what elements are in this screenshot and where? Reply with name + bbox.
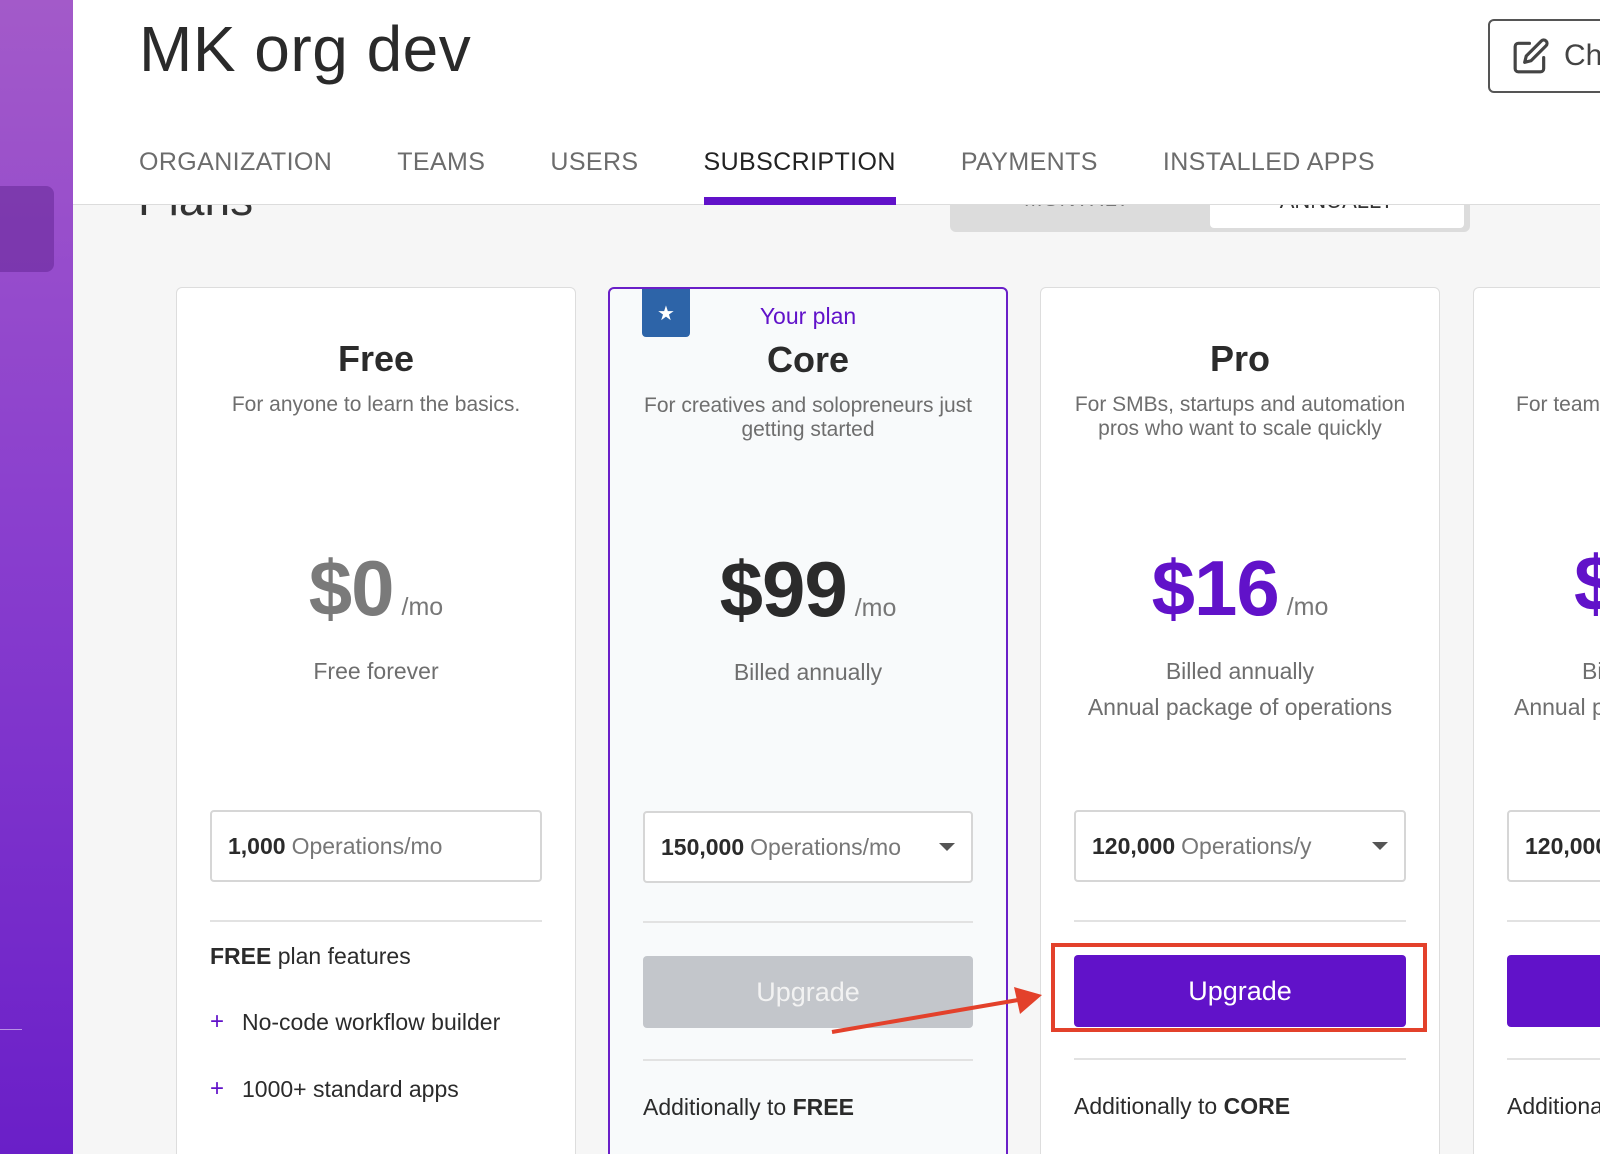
additionally-plan: CORE xyxy=(1223,1093,1291,1119)
plan-card-free: Free For anyone to learn the basics. $0 … xyxy=(176,287,576,1154)
card-divider xyxy=(210,920,542,922)
chevron-down-icon xyxy=(939,843,955,851)
feature-label: No-code workflow builder xyxy=(242,1008,501,1035)
operations-number: 120,000 xyxy=(1092,832,1176,859)
features-heading: FREE plan features xyxy=(210,943,411,970)
additionally-prefix: Additionally to xyxy=(643,1094,793,1120)
feature-label: 1000+ standard apps xyxy=(242,1075,459,1102)
tab-payments[interactable]: PAYMENTS xyxy=(961,143,1098,205)
annotation-arrow-icon xyxy=(831,987,1042,1034)
page-title: MK org dev xyxy=(139,13,472,85)
chevron-down-icon xyxy=(1372,842,1388,850)
operations-unit: Operations/mo xyxy=(291,832,443,859)
price-period: /mo xyxy=(401,593,444,621)
edit-button-label: Ch xyxy=(1564,39,1600,72)
features-heading-text: plan features xyxy=(271,943,411,969)
page-header: MK org dev Ch ORGANIZATION TEAMS USERS S… xyxy=(73,0,1600,205)
plan-price: $16 xyxy=(1151,544,1280,632)
tab-installed-apps[interactable]: INSTALLED APPS xyxy=(1163,143,1375,205)
billing-note: Billed annually Annual package of operat… xyxy=(1041,653,1439,725)
price-period: /mo xyxy=(1286,593,1329,621)
feature-item: + 1000+ standard apps xyxy=(210,1075,459,1103)
plan-description: For creatives and solopreneurs just gett… xyxy=(644,394,972,441)
billing-note: Free forever xyxy=(313,658,439,684)
operations-display: 1,000 Operations/mo xyxy=(210,810,542,882)
additionally-label: Additionally to FREE xyxy=(643,1094,854,1121)
tab-subscription[interactable]: SUBSCRIPTION xyxy=(703,143,897,205)
operations-dropdown[interactable]: 120,000 xyxy=(1507,810,1600,882)
edit-organization-button[interactable]: Ch xyxy=(1488,19,1600,93)
price-period: /mo xyxy=(854,594,897,622)
plan-price: $99 xyxy=(719,545,848,633)
edit-icon xyxy=(1513,38,1549,74)
plan-description: For anyone to learn the basics. xyxy=(231,393,521,416)
annotation-highlight-box xyxy=(1051,943,1427,1032)
plan-description: For teams collaborating xyxy=(1516,393,1600,416)
operations-number: 1,000 xyxy=(228,832,286,859)
price-row: $0 /mo xyxy=(177,543,575,634)
price-row: $16 /mo xyxy=(1041,543,1439,634)
plan-name: Free xyxy=(337,338,415,379)
operations-unit: Operations/mo xyxy=(750,833,901,860)
feature-item: + No-code workflow builder xyxy=(210,1008,500,1036)
plus-icon: + xyxy=(210,1075,225,1102)
card-divider xyxy=(643,1059,973,1061)
plan-card-teams: For teams collaborating $2 Billed annual… xyxy=(1473,287,1600,1154)
billing-note: Billed annually xyxy=(1582,653,1600,689)
plan-price: $0 xyxy=(308,544,395,632)
tab-organization[interactable]: ORGANIZATION xyxy=(139,143,332,205)
card-divider xyxy=(1074,920,1406,922)
plan-name: Pro xyxy=(1209,338,1270,379)
tab-bar: ORGANIZATION TEAMS USERS SUBSCRIPTION PA… xyxy=(139,143,1440,205)
sidebar-divider xyxy=(0,1029,22,1030)
operations-number: 120,000 xyxy=(1525,832,1600,859)
sidebar-active-item[interactable] xyxy=(0,186,54,272)
plan-price: $2 xyxy=(1574,538,1600,629)
plus-icon: + xyxy=(210,1008,225,1035)
tab-users[interactable]: USERS xyxy=(550,143,638,205)
plan-name: Core xyxy=(766,339,850,380)
features-plan-name: FREE xyxy=(210,943,272,969)
plan-description: For SMBs, startups and automation pros w… xyxy=(1074,393,1406,440)
operations-unit: Operations/y xyxy=(1181,832,1312,859)
additionally-prefix: Additionally to xyxy=(1074,1093,1224,1119)
billing-note-line: Billed annually xyxy=(1582,658,1600,684)
additionally-plan: FREE xyxy=(792,1094,854,1120)
card-divider xyxy=(1507,1058,1600,1060)
tab-teams[interactable]: TEAMS xyxy=(397,143,485,205)
operations-dropdown[interactable]: 150,000 Operations/mo xyxy=(643,811,973,883)
app-sidebar xyxy=(0,0,73,1154)
your-plan-label: Your plan xyxy=(759,303,857,329)
billing-note-line: Billed annually xyxy=(1165,658,1315,684)
additionally-label: Additionally to CORE xyxy=(1074,1093,1290,1120)
operations-number: 150,000 xyxy=(661,833,745,860)
price-row: $99 /mo xyxy=(610,544,1006,635)
upgrade-button-teams[interactable] xyxy=(1507,955,1600,1027)
card-divider xyxy=(643,921,973,923)
card-divider xyxy=(1074,1058,1406,1060)
additionally-label: Additionally to PRO xyxy=(1507,1093,1600,1119)
billing-note-line: Annual package of operations xyxy=(1087,694,1393,720)
billing-note-line: Annual package of operations xyxy=(1514,694,1600,720)
billing-note: Billed annually xyxy=(733,659,883,685)
card-divider xyxy=(1507,920,1600,922)
operations-dropdown[interactable]: 120,000 Operations/y xyxy=(1074,810,1406,882)
